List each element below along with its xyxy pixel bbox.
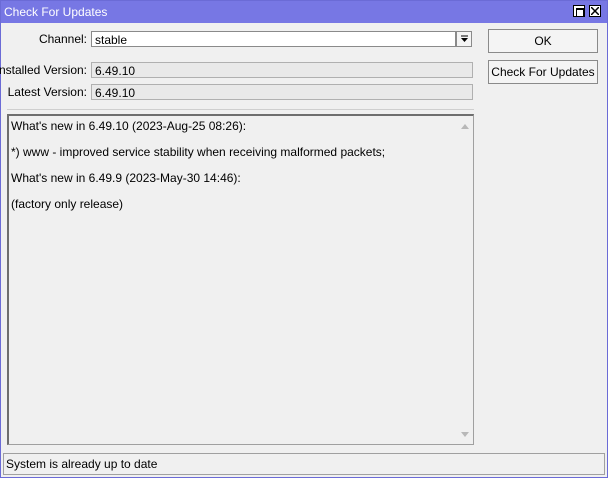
installed-version-field: 6.49.10 xyxy=(91,62,473,78)
channel-dropdown-button[interactable] xyxy=(456,31,472,47)
channel-label: Channel: xyxy=(38,32,87,46)
notes-line: What's new in 6.49.10 (2023-Aug-25 08:26… xyxy=(11,119,247,133)
scroll-down-icon[interactable] xyxy=(460,431,470,439)
close-icon[interactable] xyxy=(589,5,601,17)
release-notes-area[interactable]: What's new in 6.49.10 (2023-Aug-25 08:26… xyxy=(7,114,474,445)
title-bar[interactable]: Check For Updates xyxy=(1,1,607,23)
ok-button[interactable]: OK xyxy=(488,29,598,53)
check-for-updates-button[interactable]: Check For Updates xyxy=(488,60,598,84)
notes-line: What's new in 6.49.9 (2023-May-30 14:46)… xyxy=(11,171,241,185)
scroll-up-icon[interactable] xyxy=(460,122,470,130)
latest-version-label: Latest Version: xyxy=(7,85,87,99)
latest-version-field: 6.49.10 xyxy=(91,84,473,100)
dropdown-arrow-icon xyxy=(461,35,468,42)
check-for-updates-window: Check For Updates Channel: stable Instal… xyxy=(0,0,608,478)
notes-line: *) www - improved service stability when… xyxy=(11,145,386,159)
channel-select[interactable]: stable xyxy=(91,31,456,47)
status-bar: System is already up to date xyxy=(3,453,605,475)
window-title: Check For Updates xyxy=(4,5,108,19)
notes-line: (factory only release) xyxy=(11,197,124,211)
divider xyxy=(7,109,474,110)
status-text: System is already up to date xyxy=(6,457,158,471)
installed-version-label: Installed Version: xyxy=(0,63,87,77)
maximize-icon[interactable] xyxy=(573,5,585,17)
